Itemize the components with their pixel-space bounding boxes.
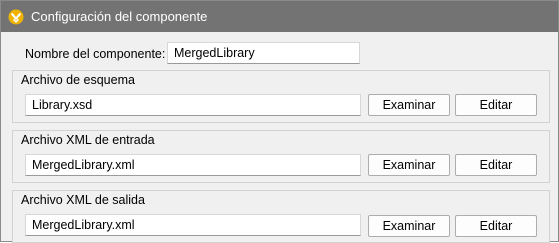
component-settings-dialog: Configuración del componente Nombre del … bbox=[0, 0, 559, 243]
input-xml-legend: Archivo XML de entrada bbox=[21, 133, 155, 147]
input-xml-browse-button[interactable]: Examinar bbox=[368, 154, 450, 176]
component-name-input[interactable]: MergedLibrary bbox=[167, 42, 360, 64]
input-xml-input[interactable]: MergedLibrary.xml bbox=[25, 154, 361, 176]
output-xml-legend: Archivo XML de salida bbox=[21, 193, 145, 207]
schema-file-legend: Archivo de esquema bbox=[21, 73, 135, 87]
input-xml-edit-button[interactable]: Editar bbox=[455, 154, 537, 176]
schema-edit-button[interactable]: Editar bbox=[455, 94, 537, 116]
component-name-row: Nombre del componente: bbox=[25, 42, 165, 65]
app-logo-icon bbox=[8, 9, 24, 25]
title-bar[interactable]: Configuración del componente bbox=[1, 1, 558, 32]
schema-browse-button[interactable]: Examinar bbox=[368, 94, 450, 116]
window-title: Configuración del componente bbox=[31, 9, 208, 24]
output-xml-browse-button[interactable]: Examinar bbox=[368, 215, 450, 237]
component-name-label: Nombre del componente: bbox=[25, 46, 166, 61]
schema-file-input[interactable]: Library.xsd bbox=[25, 94, 361, 116]
output-xml-input[interactable]: MergedLibrary.xml bbox=[25, 214, 361, 236]
output-xml-edit-button[interactable]: Editar bbox=[455, 215, 537, 237]
